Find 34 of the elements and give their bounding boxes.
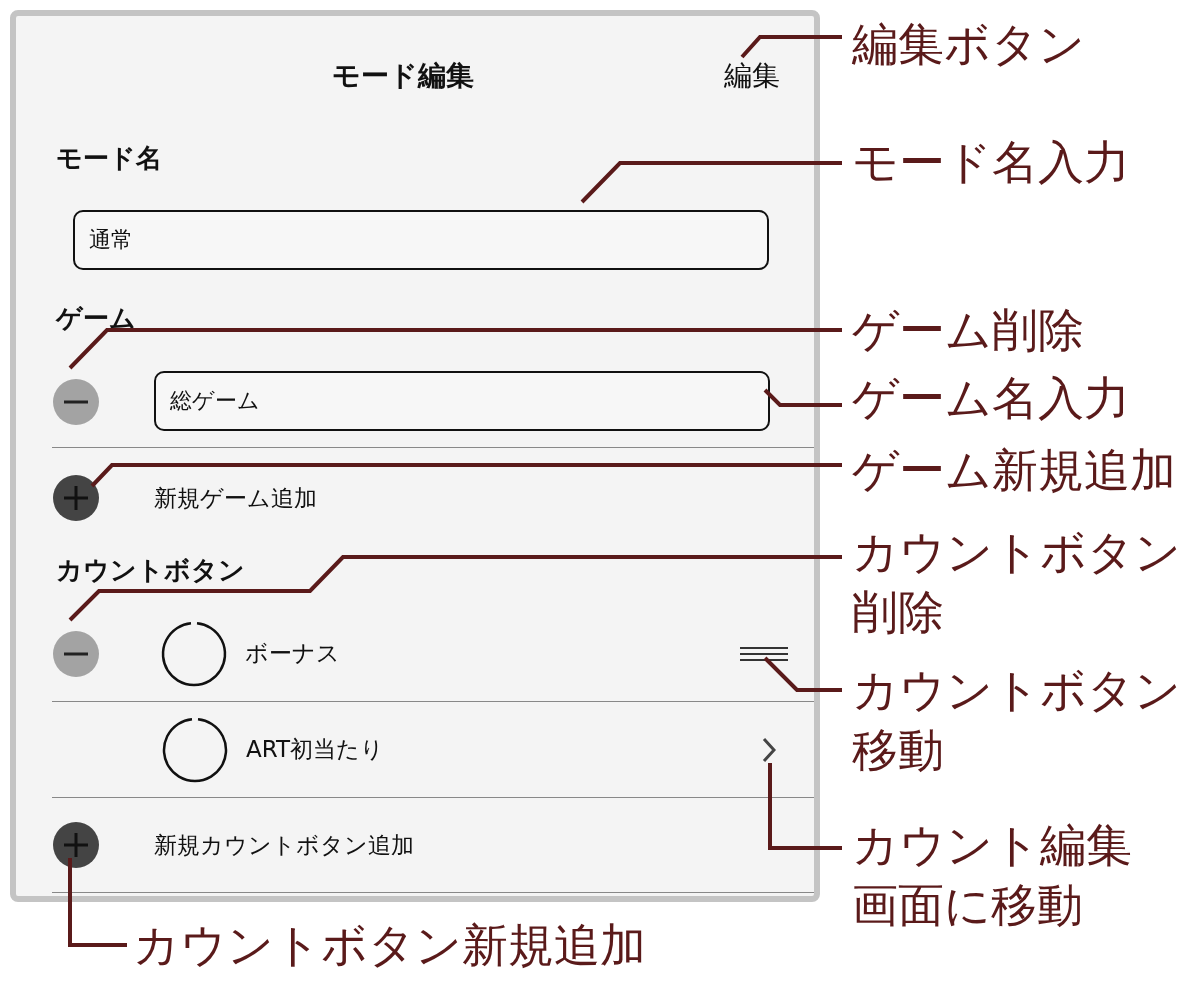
callout-label: ゲーム名入力 (852, 370, 1130, 427)
drag-handle[interactable] (740, 645, 788, 662)
delete-button[interactable] (53, 630, 99, 677)
edit-button[interactable]: 編集 (724, 57, 780, 95)
count-button-name: ボーナス (245, 639, 340, 668)
count-button-name: ART初当たり (246, 735, 385, 764)
detail-button[interactable] (762, 736, 776, 763)
game-name-field[interactable]: 総ゲーム (154, 371, 770, 431)
minus-icon (64, 651, 88, 656)
ring-icon (162, 716, 228, 783)
chevron-right-icon (762, 736, 776, 763)
section-heading: モード名 (56, 142, 162, 174)
callout-label: カウントボタン新規追加 (133, 917, 646, 974)
callout-label: 編集ボタン (852, 16, 1085, 73)
plus-icon (64, 486, 88, 510)
section-heading: カウントボタン (56, 554, 245, 586)
add-button[interactable] (53, 475, 99, 521)
add-button[interactable] (53, 822, 99, 868)
screen-title: モード編集 (332, 58, 474, 94)
callout-label: モード名入力 (852, 134, 1130, 191)
minus-icon (64, 400, 88, 404)
callout-label: ゲーム新規追加 (852, 442, 1176, 499)
delete-button[interactable] (53, 379, 99, 425)
add-count-button-label[interactable]: 新規カウントボタン追加 (154, 829, 414, 861)
drag-handle-icon (740, 645, 788, 662)
plus-icon (64, 833, 88, 857)
callout-label: ゲーム削除 (852, 302, 1084, 359)
mode-name-field[interactable]: 通常 (73, 210, 769, 270)
callout-label: カウント編集画面に移動 (852, 817, 1133, 934)
callout-label: カウントボタン移動 (852, 662, 1182, 779)
section-heading: ゲーム (56, 302, 136, 334)
ring-icon (161, 620, 227, 687)
callout-label: カウントボタン削除 (852, 524, 1182, 641)
add-game-label[interactable]: 新規ゲーム追加 (154, 482, 317, 514)
